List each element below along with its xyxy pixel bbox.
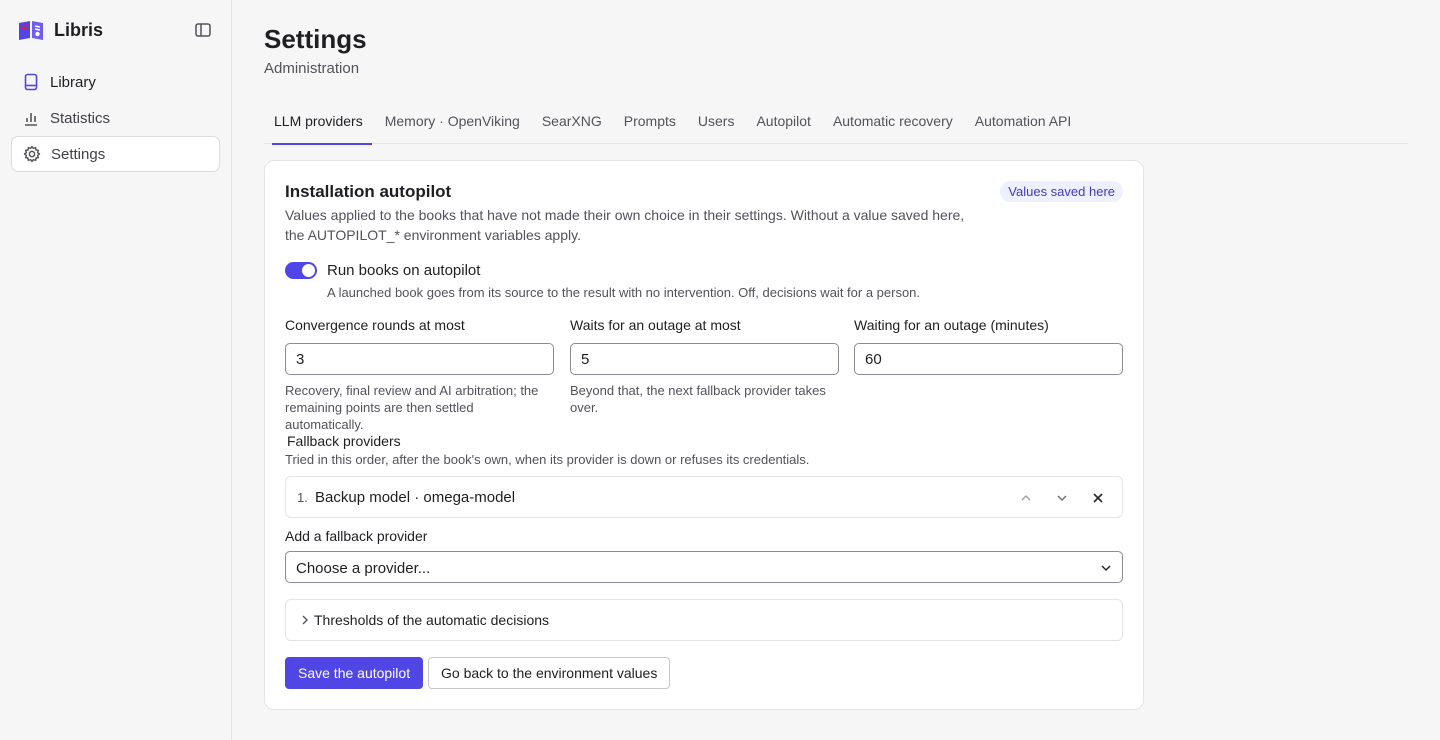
thresholds-accordion[interactable]: Thresholds of the automatic decisions — [285, 599, 1123, 641]
field-help: Beyond that, the next fallback provider … — [570, 383, 826, 415]
reset-to-env-button[interactable]: Go back to the environment values — [428, 657, 671, 689]
fallback-heading: Fallback providers — [287, 433, 401, 449]
brand[interactable]: Libris — [18, 18, 103, 42]
add-fallback-label: Add a fallback provider — [285, 528, 428, 544]
toggle-help: A launched book goes from its source to … — [327, 285, 921, 300]
chevron-down-icon[interactable] — [1053, 489, 1071, 507]
field-convergence-rounds: Convergence rounds at most Recovery, fin… — [285, 317, 554, 433]
convergence-rounds-input[interactable] — [285, 343, 554, 375]
card-title: Installation autopilot — [285, 182, 452, 201]
tab-searxng[interactable]: SearXNG — [532, 104, 612, 144]
tab-autopilot[interactable]: Autopilot — [746, 104, 820, 144]
toggle-label: Run books on autopilot — [327, 262, 481, 279]
card-description: Values applied to the books that have no… — [285, 207, 965, 243]
chevron-up-icon[interactable] — [1017, 489, 1035, 507]
tab-prompts[interactable]: Prompts — [614, 104, 686, 144]
status-badge: Values saved here — [1000, 181, 1123, 202]
sidebar-item-label: Statistics — [50, 109, 111, 127]
toggle-knob — [302, 264, 315, 277]
fallback-provider-select[interactable]: Choose a provider... — [285, 551, 1123, 583]
accordion-label: Thresholds of the automatic decisions — [314, 612, 550, 628]
tab-automatic-recovery[interactable]: Automatic recovery — [823, 104, 963, 144]
field-label: Waits for an outage at most — [570, 317, 741, 333]
sidebar-item-label: Settings — [51, 145, 106, 163]
sidebar: Libris Library Statistics Settings — [0, 0, 232, 740]
sidebar-item-statistics[interactable]: Statistics — [11, 100, 220, 136]
chevron-down-icon — [1101, 565, 1111, 572]
outage-minutes-input[interactable] — [854, 343, 1123, 375]
sidebar-item-label: Library — [50, 73, 96, 91]
open-book-logo-icon — [19, 21, 43, 40]
app-name: Libris — [54, 19, 104, 40]
close-icon[interactable] — [1089, 489, 1107, 507]
sidebar-nav: Library Statistics Settings — [11, 64, 220, 172]
gear-icon — [22, 144, 42, 164]
bar-chart-icon — [21, 108, 41, 128]
select-value: Choose a provider... — [296, 560, 431, 577]
field-label: Waiting for an outage (minutes) — [854, 317, 1049, 333]
sidebar-toggle-icon[interactable] — [194, 21, 212, 39]
autopilot-card: Installation autopilot Values applied to… — [264, 160, 1144, 710]
chevron-right-icon — [302, 615, 308, 625]
save-autopilot-button[interactable]: Save the autopilot — [285, 657, 424, 689]
outage-waits-input[interactable] — [570, 343, 839, 375]
sidebar-item-settings[interactable]: Settings — [11, 136, 220, 172]
tab-users[interactable]: Users — [688, 104, 745, 144]
field-label: Convergence rounds at most — [285, 317, 465, 333]
page-title: Settings — [264, 24, 367, 54]
fallback-index: 1. — [297, 490, 308, 505]
tab-memory-openviking[interactable]: Memory · OpenViking — [375, 104, 530, 144]
fallback-label: Backup model · omega-model — [315, 489, 516, 506]
tab-automation-api[interactable]: Automation API — [965, 104, 1082, 144]
sidebar-item-library[interactable]: Library — [11, 64, 220, 100]
fallback-help: Tried in this order, after the book's ow… — [285, 452, 810, 467]
book-icon — [21, 72, 41, 92]
field-outage-minutes: Waiting for an outage (minutes) — [854, 317, 1123, 375]
autopilot-toggle[interactable] — [285, 262, 317, 279]
page-subtitle: Administration — [264, 60, 360, 77]
tab-llm-providers[interactable]: LLM providers — [264, 104, 373, 145]
settings-tabs: LLM providers Memory · OpenViking SearXN… — [264, 104, 1408, 145]
field-help: Recovery, final review and AI arbitratio… — [285, 383, 539, 432]
fallback-list-item: 1. Backup model · omega-model — [285, 476, 1123, 518]
field-outage-waits: Waits for an outage at most Beyond that,… — [570, 317, 839, 416]
